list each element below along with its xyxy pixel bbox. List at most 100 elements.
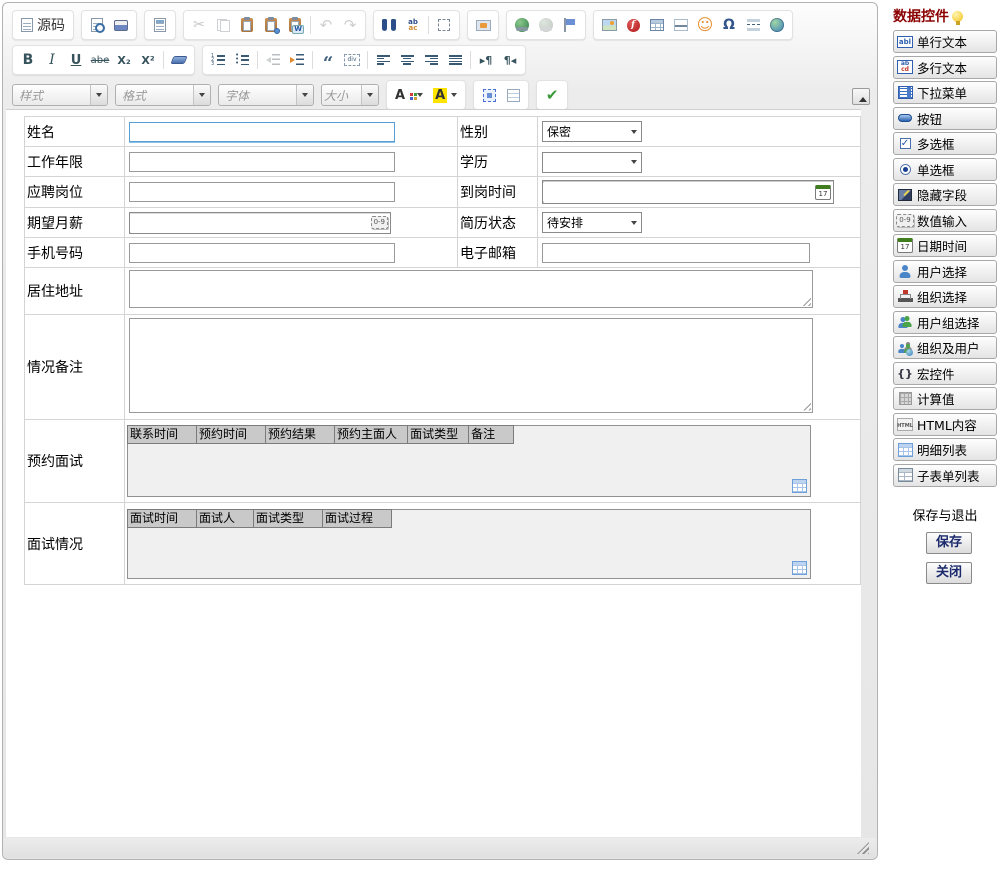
replace-button[interactable]: ab ac	[401, 13, 425, 37]
subscript-button[interactable]: X₂	[112, 48, 136, 72]
sidebar-item-numeric-input[interactable]: 0-9 数值输入	[893, 209, 997, 232]
special-char-button[interactable]: Ω	[717, 13, 741, 37]
undo-button[interactable]: ↶	[314, 13, 338, 37]
insert-table-button[interactable]	[645, 13, 669, 37]
print-button[interactable]	[109, 13, 133, 37]
strikethrough-button[interactable]: abe	[88, 48, 112, 72]
align-right-button[interactable]	[419, 48, 443, 72]
div-icon: div	[344, 54, 359, 66]
cut-button[interactable]: ✂	[187, 13, 211, 37]
div-container-button[interactable]: div	[340, 48, 364, 72]
position-input[interactable]	[129, 182, 395, 202]
numbered-list-button[interactable]	[206, 48, 230, 72]
detail-list-icon	[897, 442, 913, 458]
sidebar-item-user-select[interactable]: 用户选择	[893, 260, 997, 283]
editor-content-area[interactable]: 姓名 性别 保密 工作年限 学历	[6, 109, 861, 837]
bulleted-list-button[interactable]	[230, 48, 254, 72]
interview-detail-list[interactable]: 面试时间 面试人 面试类型 面试过程	[127, 509, 811, 579]
align-center-button[interactable]	[395, 48, 419, 72]
preview-button[interactable]	[85, 13, 109, 37]
sidebar-item-user-group-select[interactable]: 用户组选择	[893, 311, 997, 334]
sidebar-item-checkbox[interactable]: 多选框	[893, 132, 997, 155]
text-direction-rtl-button[interactable]: ¶◂	[498, 48, 522, 72]
save-button[interactable]: 保存	[926, 532, 972, 554]
link-button[interactable]	[510, 13, 534, 37]
toolbar-separator	[312, 51, 313, 69]
blockquote-button[interactable]: “	[316, 48, 340, 72]
sidebar-item-radio[interactable]: 单选框	[893, 158, 997, 181]
iframe-button[interactable]	[765, 13, 789, 37]
templates-button[interactable]	[148, 13, 172, 37]
toolbar-group-paragraph: “ div ▸¶ ¶◂	[202, 45, 526, 75]
close-button[interactable]: 关闭	[926, 562, 972, 584]
maximize-button[interactable]	[477, 83, 501, 107]
font-dropdown[interactable]: 字体	[218, 84, 314, 106]
sidebar-item-button[interactable]: 按钮	[893, 107, 997, 130]
form-row: 预约面试 联系时间 预约时间 预约结果 预约主面人 面试类型 备注	[25, 420, 861, 503]
remove-format-button[interactable]	[167, 48, 191, 72]
sidebar-item-org-and-user[interactable]: 组织及用户	[893, 336, 997, 359]
paste-text-button[interactable]	[259, 13, 283, 37]
text-direction-ltr-button[interactable]: ▸¶	[474, 48, 498, 72]
unlink-button[interactable]	[534, 13, 558, 37]
subform-list-icon	[897, 467, 913, 483]
mobile-input[interactable]	[129, 243, 395, 263]
align-left-button[interactable]	[371, 48, 395, 72]
gender-select[interactable]: 保密	[542, 121, 642, 142]
superscript-button[interactable]: X²	[136, 48, 160, 72]
redo-button[interactable]: ↷	[338, 13, 362, 37]
work-years-input[interactable]	[129, 152, 395, 172]
sidebar-item-calculated-value[interactable]: 计算值	[893, 387, 997, 410]
sidebar-item-datetime[interactable]: 17 日期时间	[893, 234, 997, 257]
image-button[interactable]	[597, 13, 621, 37]
sidebar-item-html-content[interactable]: HTML HTML内容	[893, 413, 997, 436]
field-label-remarks: 情况备注	[25, 315, 125, 420]
format-dropdown[interactable]: 格式	[115, 84, 211, 106]
sidebar-item-subform-list[interactable]: 子表单列表	[893, 464, 997, 487]
salary-input[interactable]	[130, 214, 371, 232]
email-input[interactable]	[542, 243, 810, 263]
style-dropdown[interactable]: 样式	[12, 84, 108, 106]
bold-button[interactable]: B	[16, 48, 40, 72]
text-color-button[interactable]: A	[390, 83, 428, 107]
copy-button[interactable]	[211, 13, 235, 37]
toolbar-collapse-button[interactable]	[852, 88, 870, 105]
italic-button[interactable]: I	[40, 48, 64, 72]
sidebar-item-multi-line-text[interactable]: abcd 多行文本	[893, 56, 997, 79]
indent-button[interactable]	[285, 48, 309, 72]
sidebar-item-detail-list[interactable]: 明细列表	[893, 438, 997, 461]
editor-resize-handle[interactable]	[857, 842, 869, 854]
show-blocks-button[interactable]	[501, 83, 525, 107]
select-all-button[interactable]	[432, 13, 456, 37]
sidebar-item-single-line-text[interactable]: abl 单行文本	[893, 30, 997, 53]
sidebar-item-dropdown-menu[interactable]: 下拉菜单	[893, 81, 997, 104]
anchor-button[interactable]	[558, 13, 582, 37]
paste-word-button[interactable]: W	[283, 13, 307, 37]
background-color-button[interactable]: A	[428, 83, 462, 107]
source-button[interactable]: 源码	[16, 13, 70, 37]
style-dropdown-label: 样式	[13, 87, 90, 104]
remarks-textarea[interactable]	[129, 318, 813, 413]
smiley-button[interactable]: ☺	[693, 13, 717, 37]
sidebar-item-org-select[interactable]: 组织选择	[893, 285, 997, 308]
education-select[interactable]	[542, 152, 642, 173]
confirm-button[interactable]: ✔	[540, 83, 564, 107]
find-button[interactable]	[377, 13, 401, 37]
size-dropdown[interactable]: 大小	[321, 84, 379, 106]
placeholder-button[interactable]	[471, 13, 495, 37]
horizontal-rule-button[interactable]	[669, 13, 693, 37]
flash-button[interactable]: f	[621, 13, 645, 37]
resume-status-select[interactable]: 待安排	[542, 212, 642, 233]
page-break-button[interactable]	[741, 13, 765, 37]
calendar-icon[interactable]: 17	[815, 185, 831, 200]
outdent-button[interactable]	[261, 48, 285, 72]
appointment-detail-list[interactable]: 联系时间 预约时间 预约结果 预约主面人 面试类型 备注	[127, 425, 811, 497]
sidebar-item-hidden-field[interactable]: 隐藏字段	[893, 183, 997, 206]
align-justify-button[interactable]	[443, 48, 467, 72]
address-textarea[interactable]	[129, 270, 813, 308]
arrival-time-input[interactable]	[543, 183, 813, 201]
underline-button[interactable]: U	[64, 48, 88, 72]
name-input[interactable]	[129, 122, 395, 142]
paste-button[interactable]	[235, 13, 259, 37]
sidebar-item-macro-control[interactable]: {} 宏控件	[893, 362, 997, 385]
